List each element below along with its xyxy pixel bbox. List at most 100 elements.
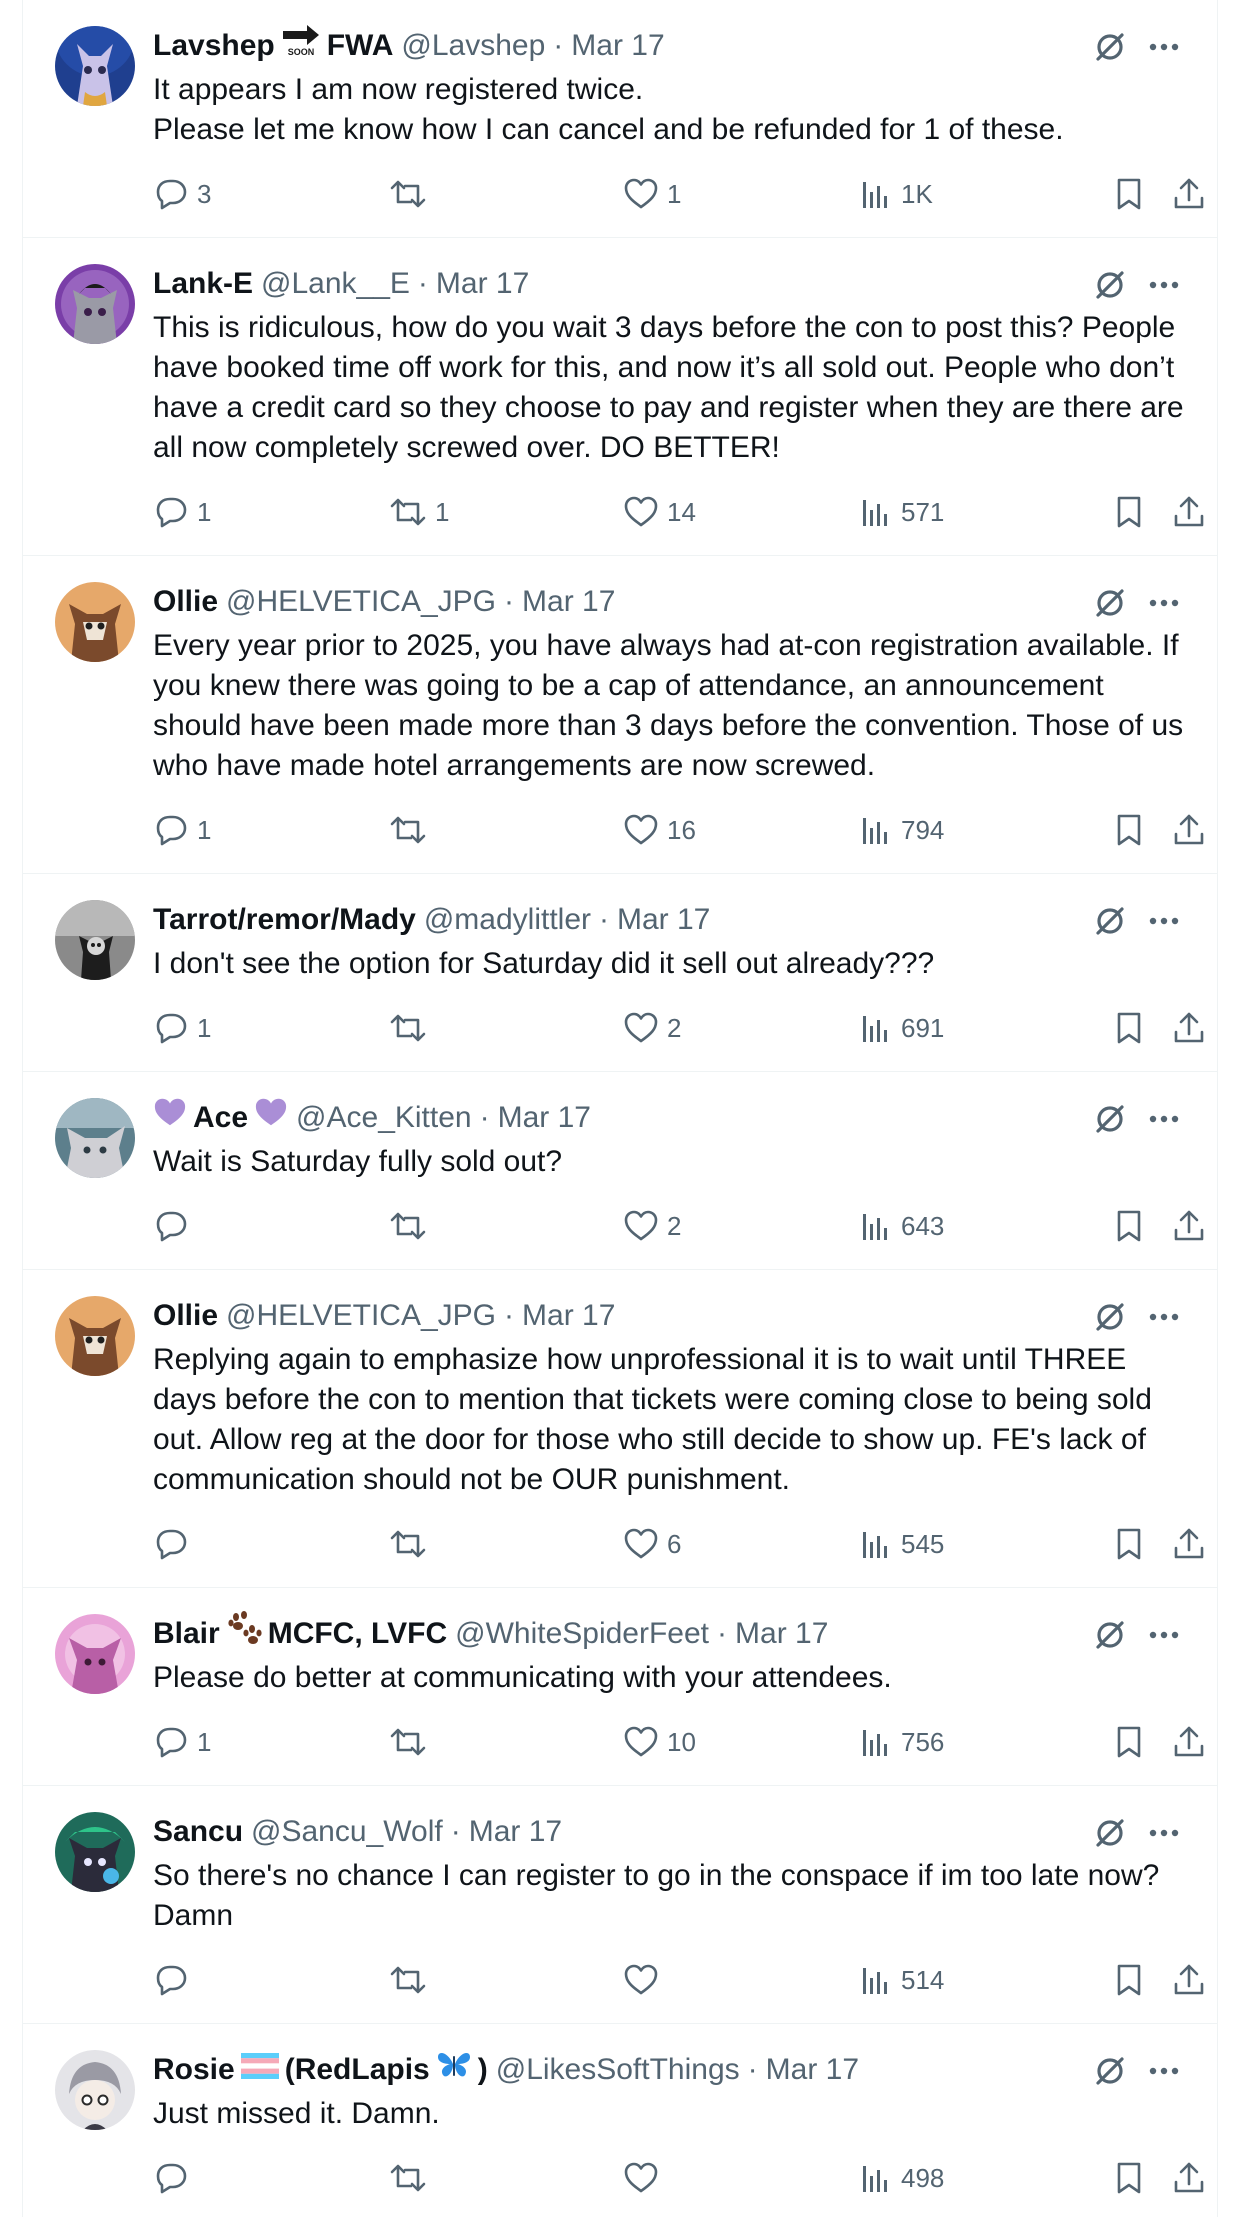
- like-button[interactable]: [623, 1960, 667, 2000]
- handle[interactable]: @Sancu_Wolf: [251, 1810, 443, 1854]
- tweet[interactable]: Ace @Ace_Kitten · Mar 17 Wait is Saturda…: [23, 1072, 1217, 1270]
- grok-icon[interactable]: [1091, 28, 1129, 66]
- share-button[interactable]: [1171, 1960, 1207, 2000]
- more-options-icon[interactable]: [1145, 2052, 1183, 2090]
- display-name[interactable]: Sancu: [153, 1810, 243, 1854]
- handle[interactable]: @WhiteSpiderFeet: [455, 1612, 709, 1656]
- grok-icon[interactable]: [1091, 1298, 1129, 1336]
- handle[interactable]: @Ace_Kitten: [296, 1096, 472, 1140]
- reply-button[interactable]: 3: [153, 174, 211, 214]
- timestamp[interactable]: Mar 17: [498, 1096, 591, 1140]
- tweet[interactable]: Rosie (RedLapis) @LikesSoftThings · Mar…: [23, 2024, 1217, 2217]
- more-options-icon[interactable]: [1145, 584, 1183, 622]
- grok-icon[interactable]: [1091, 1814, 1129, 1852]
- tweet[interactable]: Blair MCFC, LVFC @WhiteSpiderFeet · Mar …: [23, 1588, 1217, 1786]
- like-button[interactable]: 2: [623, 1008, 681, 1048]
- more-options-icon[interactable]: [1145, 902, 1183, 940]
- tweet[interactable]: Lank-E @Lank__E · Mar 17 This is ridicul…: [23, 238, 1217, 556]
- share-button[interactable]: [1171, 1206, 1207, 1246]
- like-button[interactable]: 2: [623, 1206, 681, 1246]
- share-button[interactable]: [1171, 1524, 1207, 1564]
- share-button[interactable]: [1171, 492, 1207, 532]
- views-button[interactable]: 691: [859, 1008, 944, 1048]
- reply-button[interactable]: 1: [153, 1722, 211, 1762]
- more-options-icon[interactable]: [1145, 1298, 1183, 1336]
- handle[interactable]: @Lank__E: [261, 262, 410, 306]
- grok-icon[interactable]: [1091, 1616, 1129, 1654]
- views-button[interactable]: 1K: [859, 174, 933, 214]
- handle[interactable]: @HELVETICA_JPG: [226, 580, 496, 624]
- tweet[interactable]: Ollie @HELVETICA_JPG · Mar 17 Every year…: [23, 556, 1217, 874]
- views-button[interactable]: 756: [859, 1722, 944, 1762]
- timestamp[interactable]: Mar 17: [469, 1810, 562, 1854]
- retweet-button[interactable]: [389, 1722, 435, 1762]
- timestamp[interactable]: Mar 17: [617, 898, 710, 942]
- timestamp[interactable]: Mar 17: [735, 1612, 828, 1656]
- handle[interactable]: @HELVETICA_JPG: [226, 1294, 496, 1338]
- avatar[interactable]: [55, 582, 135, 662]
- retweet-button[interactable]: [389, 1524, 435, 1564]
- bookmark-button[interactable]: [1111, 1722, 1147, 1762]
- tweet[interactable]: Ollie @HELVETICA_JPG · Mar 17 Replying a…: [23, 1270, 1217, 1588]
- bookmark-button[interactable]: [1111, 492, 1147, 532]
- share-button[interactable]: [1171, 810, 1207, 850]
- views-button[interactable]: 571: [859, 492, 944, 532]
- bookmark-button[interactable]: [1111, 810, 1147, 850]
- retweet-button[interactable]: [389, 1206, 435, 1246]
- more-options-icon[interactable]: [1145, 1100, 1183, 1138]
- views-button[interactable]: 498: [859, 2158, 944, 2198]
- timestamp[interactable]: Mar 17: [766, 2048, 859, 2092]
- handle[interactable]: @madylittler: [424, 898, 591, 942]
- tweet[interactable]: Sancu @Sancu_Wolf · Mar 17 So there's no…: [23, 1786, 1217, 2024]
- share-button[interactable]: [1171, 1722, 1207, 1762]
- retweet-button[interactable]: 1: [389, 492, 449, 532]
- bookmark-button[interactable]: [1111, 2158, 1147, 2198]
- reply-button[interactable]: 1: [153, 1008, 211, 1048]
- grok-icon[interactable]: [1091, 266, 1129, 304]
- reply-button[interactable]: [153, 1206, 197, 1246]
- share-button[interactable]: [1171, 2158, 1207, 2198]
- timestamp[interactable]: Mar 17: [436, 262, 529, 306]
- avatar[interactable]: [55, 1812, 135, 1892]
- grok-icon[interactable]: [1091, 584, 1129, 622]
- display-name[interactable]: Ollie: [153, 580, 218, 624]
- views-button[interactable]: 514: [859, 1960, 944, 2000]
- like-button[interactable]: [623, 2158, 667, 2198]
- more-options-icon[interactable]: [1145, 28, 1183, 66]
- avatar[interactable]: [55, 1296, 135, 1376]
- like-button[interactable]: 6: [623, 1524, 681, 1564]
- views-button[interactable]: 643: [859, 1206, 944, 1246]
- grok-icon[interactable]: [1091, 2052, 1129, 2090]
- handle[interactable]: @Lavshep: [401, 24, 545, 68]
- avatar[interactable]: [55, 2050, 135, 2130]
- bookmark-button[interactable]: [1111, 1524, 1147, 1564]
- bookmark-button[interactable]: [1111, 174, 1147, 214]
- display-name[interactable]: Rosie (RedLapis): [153, 2048, 488, 2093]
- timestamp[interactable]: Mar 17: [522, 580, 615, 624]
- bookmark-button[interactable]: [1111, 1960, 1147, 2000]
- timestamp[interactable]: Mar 17: [571, 24, 664, 68]
- retweet-button[interactable]: [389, 810, 435, 850]
- like-button[interactable]: 14: [623, 492, 696, 532]
- avatar[interactable]: [55, 1614, 135, 1694]
- retweet-button[interactable]: [389, 2158, 435, 2198]
- display-name[interactable]: Tarrot/remor/Mady: [153, 898, 416, 942]
- retweet-button[interactable]: [389, 174, 435, 214]
- share-button[interactable]: [1171, 1008, 1207, 1048]
- share-button[interactable]: [1171, 174, 1207, 214]
- display-name[interactable]: Ace: [153, 1096, 288, 1141]
- more-options-icon[interactable]: [1145, 1814, 1183, 1852]
- reply-button[interactable]: 1: [153, 492, 211, 532]
- tweet[interactable]: Lavshep SOON FWA @Lavshep · Mar 17 It ap…: [23, 0, 1217, 238]
- views-button[interactable]: 545: [859, 1524, 944, 1564]
- display-name[interactable]: Lavshep SOON FWA: [153, 23, 393, 70]
- avatar[interactable]: [55, 264, 135, 344]
- avatar[interactable]: [55, 900, 135, 980]
- avatar[interactable]: [55, 26, 135, 106]
- like-button[interactable]: 10: [623, 1722, 696, 1762]
- more-options-icon[interactable]: [1145, 266, 1183, 304]
- more-options-icon[interactable]: [1145, 1616, 1183, 1654]
- tweet[interactable]: Tarrot/remor/Mady @madylittler · Mar 17 …: [23, 874, 1217, 1072]
- display-name[interactable]: Blair MCFC, LVFC: [153, 1610, 447, 1658]
- reply-button[interactable]: 1: [153, 810, 211, 850]
